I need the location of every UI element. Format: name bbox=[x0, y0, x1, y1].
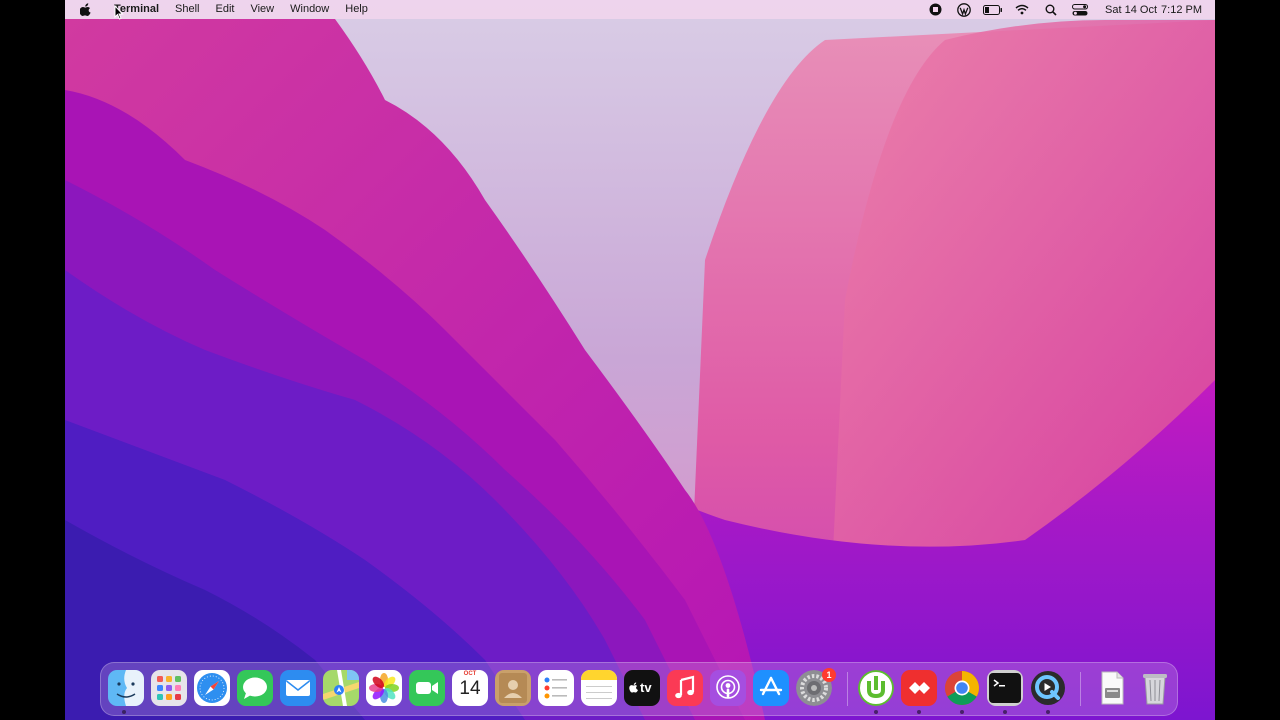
app-store-icon[interactable] bbox=[753, 670, 789, 706]
notes-icon[interactable] bbox=[581, 670, 617, 706]
finder-icon[interactable] bbox=[108, 670, 144, 706]
chrome-running-indicator bbox=[960, 710, 964, 714]
calendar-month: OCT bbox=[463, 671, 477, 677]
messages-icon[interactable] bbox=[237, 670, 273, 706]
mail-icon[interactable] bbox=[280, 670, 316, 706]
wallpaper bbox=[65, 0, 1215, 720]
launchpad-icon[interactable] bbox=[151, 670, 187, 706]
control-center-icon[interactable] bbox=[1069, 0, 1091, 19]
menu-view[interactable]: View bbox=[242, 0, 282, 19]
menu-shell[interactable]: Shell bbox=[167, 0, 207, 19]
trash-icon[interactable] bbox=[1137, 670, 1173, 706]
dock: OCT 14 tv 1 bbox=[100, 662, 1178, 716]
podcasts-icon[interactable] bbox=[710, 670, 746, 706]
finder-running-indicator bbox=[122, 710, 126, 714]
quicktime-running-indicator bbox=[1046, 710, 1050, 714]
apple-tv-icon[interactable]: tv bbox=[624, 670, 660, 706]
desktop: Terminal Shell Edit View Window Help Sat… bbox=[65, 0, 1215, 720]
dock-divider bbox=[847, 672, 848, 706]
facetime-icon[interactable] bbox=[409, 670, 445, 706]
menu-help[interactable]: Help bbox=[337, 0, 376, 19]
system-preferences-badge: 1 bbox=[822, 668, 836, 682]
document-stack-icon[interactable] bbox=[1094, 670, 1130, 706]
calendar-icon[interactable]: OCT 14 bbox=[452, 670, 488, 706]
anydesk-icon[interactable] bbox=[901, 670, 937, 706]
dock-divider-right bbox=[1080, 672, 1081, 706]
apple-menu-icon[interactable] bbox=[76, 3, 96, 16]
wifi-icon[interactable] bbox=[1011, 0, 1033, 19]
tv-label: tv bbox=[640, 680, 652, 695]
utorrent-running-indicator bbox=[874, 710, 878, 714]
terminal-running-indicator bbox=[1003, 710, 1007, 714]
chrome-icon[interactable] bbox=[944, 670, 980, 706]
safari-icon[interactable] bbox=[194, 670, 230, 706]
calendar-day: 14 bbox=[459, 678, 481, 699]
music-icon[interactable] bbox=[667, 670, 703, 706]
screen-record-icon[interactable] bbox=[924, 0, 946, 19]
clock-date: Sat 14 Oct bbox=[1105, 3, 1158, 16]
wordpress-icon[interactable] bbox=[953, 0, 975, 19]
battery-icon[interactable] bbox=[982, 0, 1004, 19]
mouse-pointer-icon bbox=[114, 5, 124, 20]
menu-bar: Terminal Shell Edit View Window Help Sat… bbox=[65, 0, 1215, 19]
anydesk-running-indicator bbox=[917, 710, 921, 714]
menu-bar-clock[interactable]: Sat 14 Oct 7:12 PM bbox=[1101, 4, 1202, 16]
quicktime-icon[interactable] bbox=[1030, 670, 1066, 706]
maps-icon[interactable] bbox=[323, 670, 359, 706]
clock-time: 7:12 PM bbox=[1161, 3, 1202, 16]
reminders-icon[interactable] bbox=[538, 670, 574, 706]
menu-window[interactable]: Window bbox=[282, 0, 337, 19]
spotlight-search-icon[interactable] bbox=[1040, 0, 1062, 19]
photos-icon[interactable] bbox=[366, 670, 402, 706]
utorrent-icon[interactable] bbox=[858, 670, 894, 706]
terminal-icon[interactable] bbox=[987, 670, 1023, 706]
contacts-icon[interactable] bbox=[495, 670, 531, 706]
menu-edit[interactable]: Edit bbox=[208, 0, 243, 19]
